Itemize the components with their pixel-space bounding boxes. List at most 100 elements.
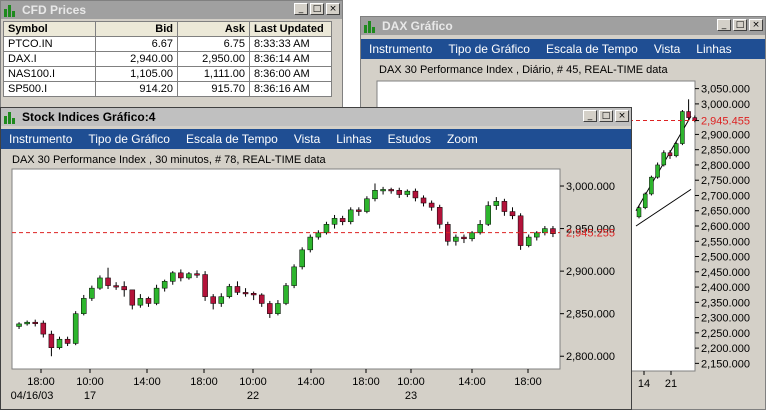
cell-last-updated: 8:36:14 AM (249, 51, 332, 67)
candle-body (97, 277, 103, 289)
candle-body (234, 286, 241, 293)
candle-body (649, 176, 654, 195)
candle-body (477, 224, 483, 234)
candlestick (283, 283, 289, 306)
candle-body (307, 236, 314, 251)
x-date-label: 23 (405, 390, 417, 402)
cell-last-updated: 8:36:00 AM (249, 66, 332, 82)
col-header-last-updated[interactable]: Last Updated (249, 21, 332, 37)
candlestick (347, 207, 354, 225)
chart-app-icon (4, 111, 18, 124)
maximize-icon[interactable]: □ (310, 3, 324, 15)
candle-body (64, 338, 71, 344)
close-icon[interactable]: × (326, 3, 340, 15)
maximize-icon[interactable]: □ (733, 19, 747, 31)
candle-body (501, 201, 508, 212)
candle-body (153, 287, 160, 304)
y-tick-label: 2,350.000 (701, 297, 750, 309)
stock-window-title: Stock Indices Gráfico:4 (22, 110, 156, 124)
candle-body (534, 232, 540, 238)
y-tick-label: 3,000.000 (701, 99, 750, 111)
cell-ask: 915.70 (177, 81, 250, 97)
minimize-icon[interactable]: _ (294, 3, 308, 15)
y-tick-label: 2,650.000 (701, 206, 750, 218)
candle-body (323, 224, 330, 234)
y-tick-label: 2,200.000 (701, 343, 750, 355)
candle-body (275, 303, 281, 314)
stock-menu-escala-tempo[interactable]: Escala de Tempo (178, 132, 286, 146)
table-row[interactable]: DAX.I 2,940.00 2,950.00 8:36:14 AM (3, 51, 332, 67)
maximize-icon[interactable]: □ (599, 110, 613, 122)
candle-body (105, 277, 111, 286)
x-tick-label: 21 (665, 378, 677, 390)
dax-menu-linhas[interactable]: Linhas (688, 42, 739, 56)
candle-body (396, 190, 403, 195)
stock-menu-zoom[interactable]: Zoom (439, 132, 486, 146)
close-icon[interactable]: × (615, 110, 629, 122)
candle-body (339, 218, 346, 223)
minimize-icon[interactable]: _ (583, 110, 597, 122)
table-row[interactable]: PTCO.IN 6.67 6.75 8:33:33 AM (3, 36, 332, 52)
col-header-bid[interactable]: Bid (95, 21, 178, 37)
candle-body (642, 193, 648, 208)
candle-body (56, 338, 63, 348)
table-row[interactable]: NAS100.I 1,105.00 1,111.00 8:36:00 AM (3, 66, 332, 82)
x-date-label: 04/16/03 (11, 390, 54, 402)
stock-menu-instrumento[interactable]: Instrumento (1, 132, 80, 146)
candle-body (380, 189, 386, 192)
y-tick-label: 2,450.000 (701, 267, 750, 279)
cell-symbol: DAX.I (3, 51, 96, 67)
candle-body (412, 190, 419, 199)
stock-menu-vista[interactable]: Vista (286, 132, 328, 146)
candle-body (493, 201, 500, 206)
chart-app-icon (364, 20, 378, 33)
dax-menu-tipo-grafico[interactable]: Tipo de Gráfico (440, 42, 538, 56)
x-tick-label: 18:00 (514, 376, 542, 388)
x-tick-label: 18:00 (27, 376, 55, 388)
candlestick (72, 311, 79, 346)
x-tick-label: 18:00 (352, 376, 380, 388)
candle-body (161, 281, 168, 289)
candle-body (686, 111, 691, 118)
y-tick-label: 3,000.000 (566, 181, 615, 193)
col-header-ask[interactable]: Ask (177, 21, 250, 37)
candle-body (226, 286, 233, 297)
cell-bid: 914.20 (95, 81, 178, 97)
candle-body (636, 207, 642, 218)
dax-menu-escala-tempo[interactable]: Escala de Tempo (538, 42, 646, 56)
stock-menu-estudos[interactable]: Estudos (380, 132, 439, 146)
dax-window-titlebar[interactable]: DAX Gráfico _ □ × (361, 17, 765, 35)
y-tick-label: 2,700.000 (701, 190, 750, 202)
stock-menu-tipo-grafico[interactable]: Tipo de Gráfico (80, 132, 178, 146)
close-icon[interactable]: × (749, 19, 763, 31)
candle-body (673, 143, 679, 157)
candle-body (509, 211, 516, 217)
candle-body (372, 190, 378, 200)
candle-body (525, 236, 532, 246)
candlestick (673, 142, 679, 158)
cfd-window-titlebar[interactable]: CFD Prices _ □ × (1, 1, 342, 19)
stock-window-titlebar[interactable]: Stock Indices Gráfico:4 _ □ × (1, 108, 631, 126)
candle-body (48, 333, 55, 348)
y-tick-label: 2,550.000 (701, 236, 750, 248)
candle-body (655, 164, 660, 178)
candlestick (642, 192, 648, 210)
candle-body (485, 205, 491, 225)
table-row[interactable]: SP500.I 914.20 915.70 8:36:16 AM (3, 81, 332, 97)
minimize-icon[interactable]: _ (717, 19, 731, 31)
candle-body (169, 272, 176, 282)
candlestick (291, 264, 297, 289)
candle-body (210, 296, 216, 304)
dax-menu-vista[interactable]: Vista (646, 42, 688, 56)
candle-body (267, 303, 273, 314)
candle-body (186, 273, 192, 279)
stock-menu-linhas[interactable]: Linhas (328, 132, 379, 146)
candle-body (364, 198, 370, 212)
stock-indices-window: Stock Indices Gráfico:4 _ □ × Instrument… (0, 107, 632, 410)
candlestick (307, 234, 314, 253)
candle-body (331, 218, 338, 225)
dax-menu-instrumento[interactable]: Instrumento (361, 42, 440, 56)
candle-body (202, 274, 208, 297)
col-header-symbol[interactable]: Symbol (3, 21, 96, 37)
stock-chart[interactable]: 3,000.0002,950.0002,900.0002,850.0002,80… (1, 166, 631, 410)
